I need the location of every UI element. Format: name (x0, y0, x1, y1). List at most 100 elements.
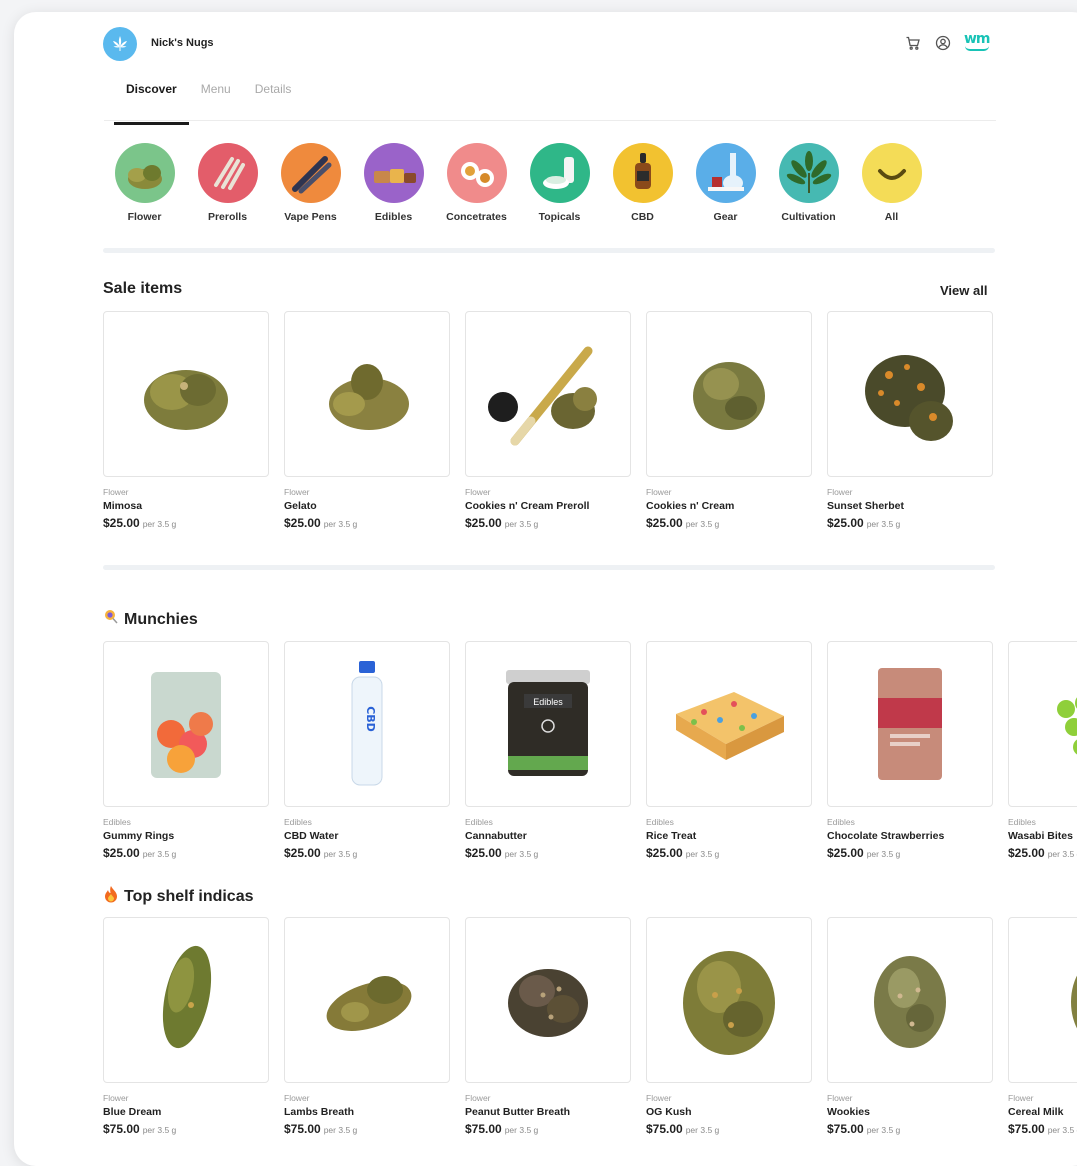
product-unit: per 3.5 g (142, 1125, 177, 1135)
product-image (103, 641, 269, 807)
category-vape-pens[interactable]: Vape Pens (269, 143, 352, 223)
product-price-line: $75.00per 3.5 g (103, 1122, 269, 1136)
product-price: $25.00 (103, 516, 140, 530)
product-name: Cereal Milk (1008, 1106, 1064, 1118)
category-label: Flower (127, 211, 162, 223)
product-price-line: $25.00per 3.5 g (646, 846, 812, 860)
product-price-line: $25.00per 3.5 g (465, 516, 631, 530)
category-flower[interactable]: Flower (103, 143, 186, 223)
fire-icon (103, 885, 119, 908)
app-content: Nick's Nugs wm Discover Menu Details Flo… (14, 12, 1077, 1166)
product-card[interactable]: Flower Peanut Butter Breath $75.00 per 3.… (465, 917, 631, 1136)
product-card[interactable]: Edibles Rice Treat $25.00 per 3.5 g (646, 641, 812, 860)
nav-tabs: Discover Menu Details (114, 80, 303, 125)
product-image (646, 311, 812, 477)
category-cultivation[interactable]: Cultivation (767, 143, 850, 223)
product-price: $25.00 (465, 516, 502, 530)
product-price-line: $25.00per 3.5 g (103, 516, 269, 530)
product-card[interactable]: Flower Cookies n' Cream $25.00 per 3.5 g (646, 311, 812, 530)
concentrates-icon (446, 143, 507, 203)
product-category: Flower (284, 1093, 310, 1103)
section-divider (103, 565, 995, 570)
sale-items-row: Flower Mimosa $25.00 per 3.5 g Flower Gel… (103, 311, 993, 530)
product-name: Sunset Sherbet (827, 500, 905, 512)
category-label: Vape Pens (284, 211, 337, 223)
product-card[interactable]: Flower Mimosa $25.00 per 3.5 g (103, 311, 269, 530)
product-card[interactable]: Edibles Chocolate Strawberries $25.00 per… (827, 641, 993, 860)
section-title-text: Top shelf indicas (124, 887, 254, 905)
tab-discover[interactable]: Discover (114, 80, 189, 125)
product-category: Flower (827, 1093, 853, 1103)
product-card[interactable]: Edibles Wasabi Bites $25.00per 3.5 g (1008, 641, 1077, 860)
section-divider (103, 248, 995, 253)
product-image (1008, 917, 1077, 1083)
category-prerolls[interactable]: Prerolls (186, 143, 269, 223)
product-name: Gummy Rings (103, 830, 175, 842)
category-label: CBD (631, 211, 654, 223)
product-price-line: $75.00per 3.5 g (646, 1122, 812, 1136)
product-image (284, 311, 450, 477)
product-card[interactable]: Flower Wookies $75.00 per 3.5 g (827, 917, 993, 1136)
product-category: Edibles (646, 817, 674, 827)
category-concentrates[interactable]: Concetrates (435, 143, 518, 223)
cart-icon[interactable] (904, 34, 922, 52)
product-unit: per 3.5 g (323, 519, 358, 529)
product-unit: per 3.5 g (1047, 849, 1077, 859)
product-price-line: $25.00per 3.5 g (465, 846, 631, 860)
product-price: $75.00 (284, 1122, 321, 1136)
product-price-line: $25.00per 3.5 g (827, 846, 993, 860)
weedmaps-logo[interactable]: wm (964, 31, 991, 51)
product-unit: per 3.5 g (504, 519, 539, 529)
product-card[interactable]: Flower Sunset Sherbet $25.00 per 3.5 g (827, 311, 993, 530)
product-price: $75.00 (103, 1122, 140, 1136)
category-all[interactable]: All (850, 143, 933, 223)
product-card[interactable]: Edibles Gummy Rings $25.00 per 3.5 g (103, 641, 269, 860)
product-name: Peanut Butter Breath (465, 1106, 571, 1118)
flower-icon (114, 143, 175, 203)
product-category: Edibles (1008, 817, 1036, 827)
product-unit: per 3.5 g (685, 519, 720, 529)
product-name: Lambs Breath (284, 1106, 355, 1118)
product-price-line: $25.00per 3.5 g (103, 846, 269, 860)
product-image (646, 917, 812, 1083)
category-label: All (884, 211, 899, 223)
product-unit: per 3.5 g (323, 849, 358, 859)
product-category: Flower (465, 487, 491, 497)
product-card[interactable]: Flower Cereal Milk $75.00per 3.5 g (1008, 917, 1077, 1136)
product-image (103, 311, 269, 477)
product-price-line: $75.00per 3.5 g (465, 1122, 631, 1136)
account-icon[interactable] (934, 34, 952, 52)
category-label: Gear (713, 211, 738, 223)
preroll-icon (197, 143, 258, 203)
product-name: Cookies n' Cream Preroll (465, 500, 590, 512)
product-card[interactable]: Flower Gelato $25.00 per 3.5 g (284, 311, 450, 530)
product-card[interactable]: Flower Lambs Breath $75.00 per 3.5 g (284, 917, 450, 1136)
tab-menu[interactable]: Menu (189, 80, 243, 122)
product-category: Flower (284, 487, 310, 497)
product-card[interactable]: Flower Cookies n' Cream Preroll $25.00 pe… (465, 311, 631, 530)
category-topicals[interactable]: Topicals (518, 143, 601, 223)
product-card[interactable]: Edibles Edibles Cannabutter $25.00 per 3.… (465, 641, 631, 860)
category-cbd[interactable]: CBD (601, 143, 684, 223)
product-price-line: $75.00per 3.5 g (1008, 1122, 1077, 1136)
category-strip: Flower Prerolls Vape Pens Edibles Concet… (103, 143, 933, 223)
section-title-text: Sale items (103, 280, 183, 297)
category-edibles[interactable]: Edibles (352, 143, 435, 223)
view-all-link[interactable]: View all (940, 283, 987, 298)
product-card[interactable]: CBD Edibles CBD Water $25.00 per 3.5 g (284, 641, 450, 860)
store-logo[interactable] (103, 27, 137, 61)
product-card[interactable]: Flower Blue Dream $75.00 per 3.5 g (103, 917, 269, 1136)
product-name: Wasabi Bites (1008, 830, 1073, 842)
product-image: Edibles (465, 641, 631, 807)
product-card[interactable]: Flower OG Kush $75.00 per 3.5 g (646, 917, 812, 1136)
category-gear[interactable]: Gear (684, 143, 767, 223)
top-shelf-row: Flower Blue Dream $75.00 per 3.5 g Flower… (103, 917, 1077, 1136)
tab-details[interactable]: Details (243, 80, 304, 122)
product-name: Gelato (284, 500, 317, 512)
product-price-line: $25.00per 3.5 g (827, 516, 993, 530)
product-unit: per 3.5 g (685, 849, 720, 859)
product-name: Mimosa (103, 500, 143, 512)
product-price: $25.00 (646, 516, 683, 530)
section-title-sale: Sale items (103, 280, 182, 298)
product-image (465, 311, 631, 477)
